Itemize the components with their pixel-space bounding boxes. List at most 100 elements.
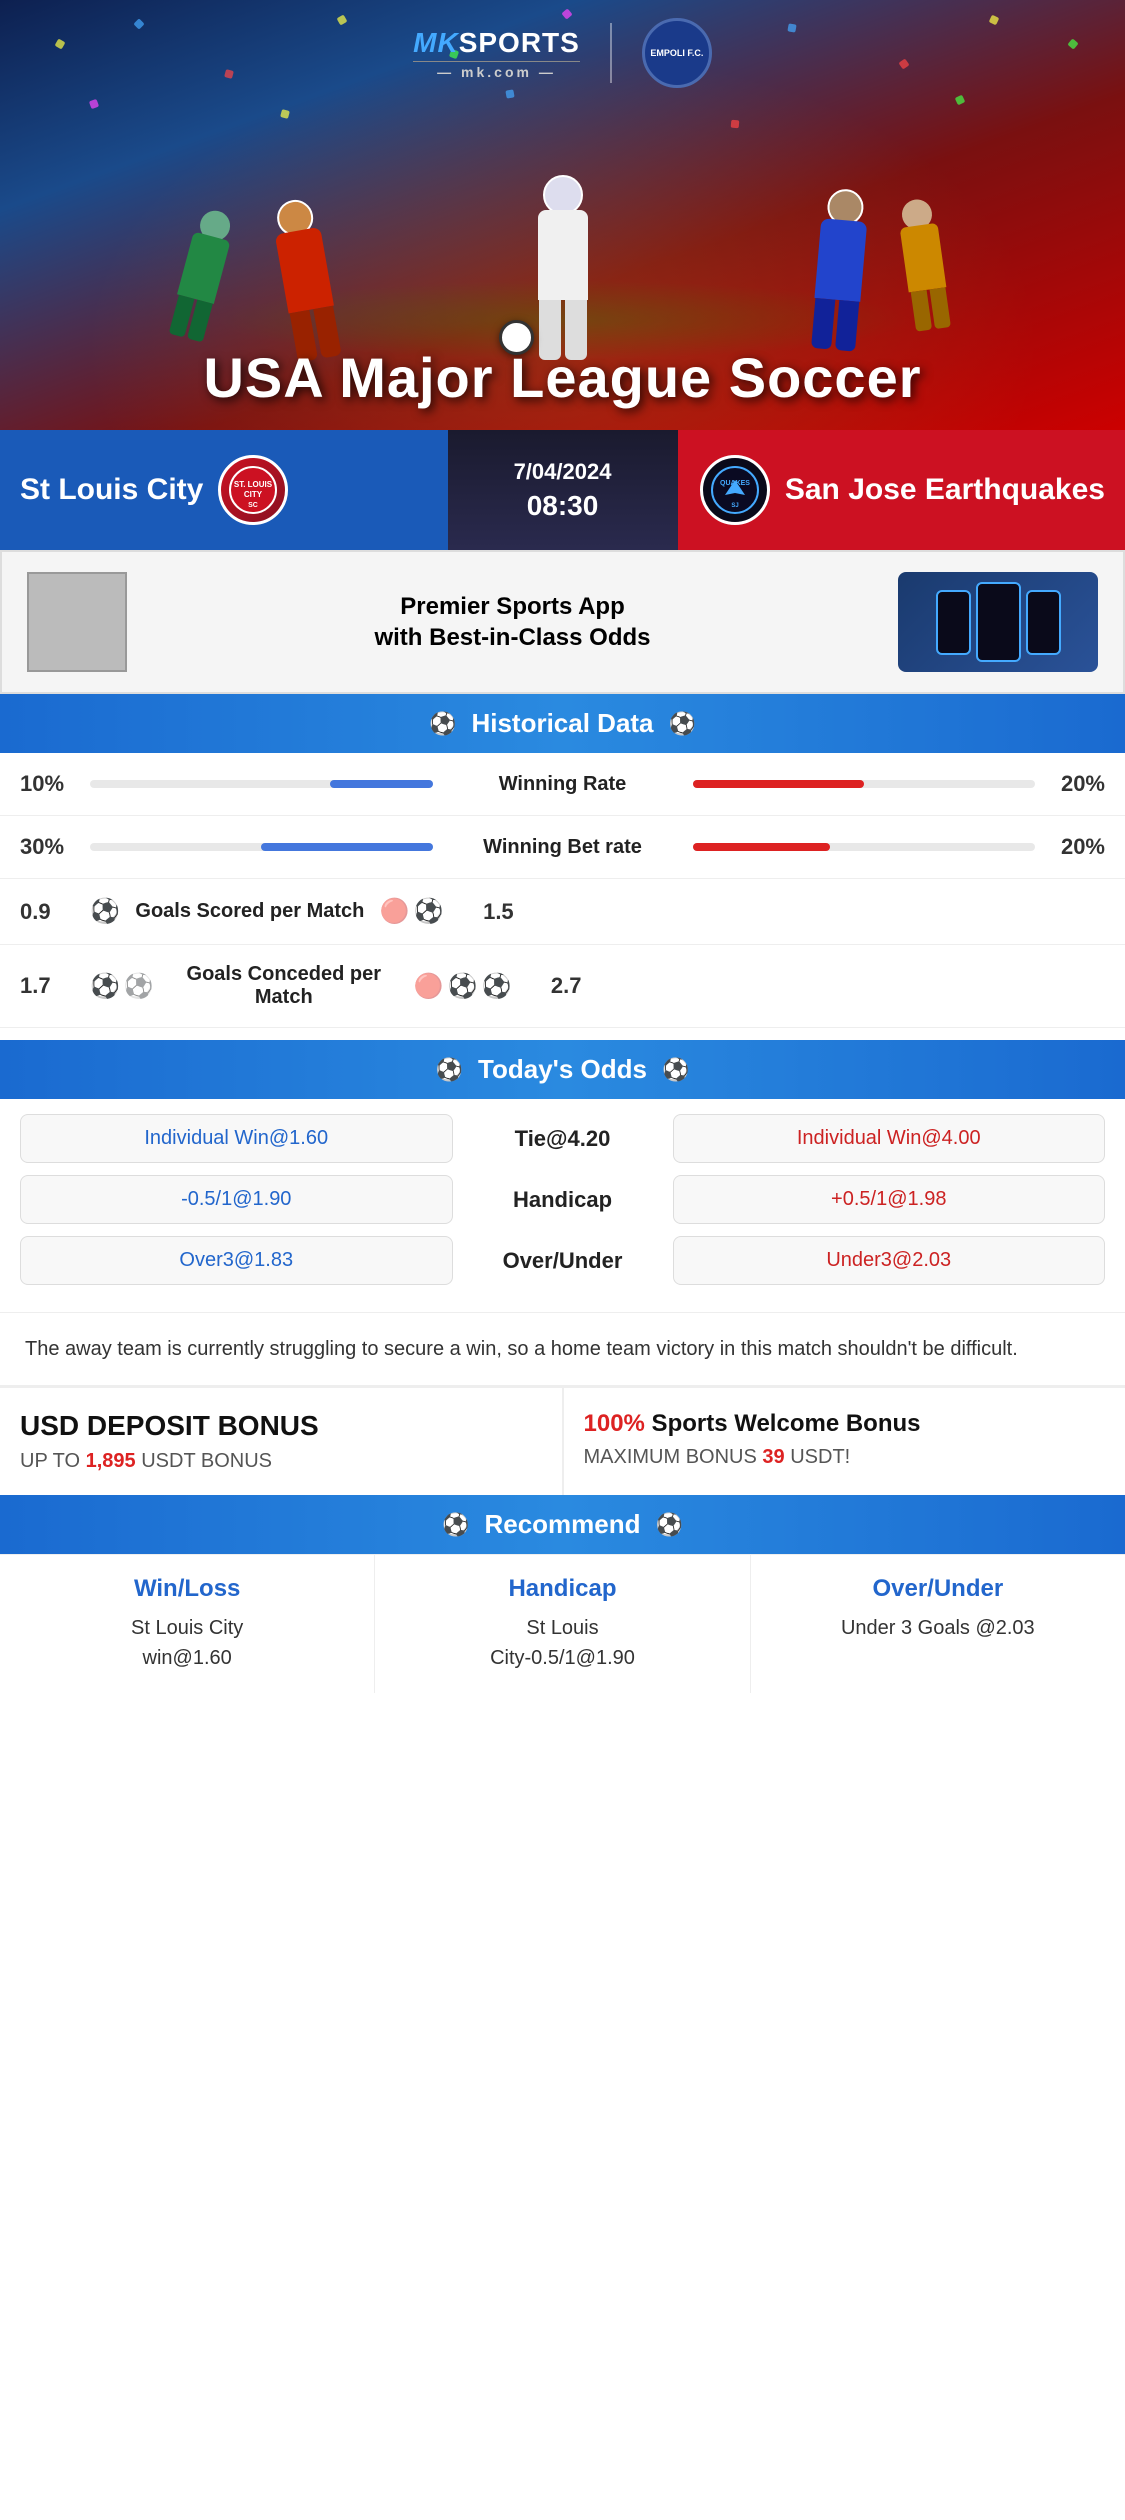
away-win-btn[interactable]: Individual Win@4.00 xyxy=(673,1114,1106,1163)
odds-handicap-left[interactable]: -0.5/1@1.90 xyxy=(20,1175,453,1224)
ball-icon-red-full: ⚽ xyxy=(414,897,444,926)
winning-bet-bar-left xyxy=(90,843,433,851)
goals-conceded-left: 1.7 xyxy=(20,973,80,999)
stat-row-goals-scored: 0.9 ⚽ Goals Scored per Match 🔴 ⚽ 1.5 xyxy=(0,879,1125,945)
hero-section: MKSPORTS — mk.com — EMPOLI F.C. xyxy=(0,0,1125,430)
odds-ou-row: Over3@1.83 Over/Under Under3@2.03 xyxy=(20,1236,1105,1285)
bonus-left: USD DEPOSIT BONUS UP TO 1,895 USDT BONUS xyxy=(0,1388,564,1495)
match-banner: St Louis City ST. LOUIS CITY SC 7/04/202… xyxy=(0,430,1125,550)
svg-text:CITY: CITY xyxy=(244,490,263,499)
recommend-handicap-body: St LouisCity-0.5/1@1.90 xyxy=(390,1613,734,1673)
odds-ball-right-icon: ⚽ xyxy=(662,1057,689,1083)
goals-conceded-label: Goals Conceded per Match xyxy=(164,963,404,1009)
odds-title: Today's Odds xyxy=(478,1054,647,1085)
winning-rate-fill-left xyxy=(330,780,433,788)
ball-icon-red-2: ⚽ xyxy=(448,972,478,1001)
svg-text:SC: SC xyxy=(248,502,258,509)
ball-icon-red-half: 🔴 xyxy=(380,897,410,926)
bonus-section: USD DEPOSIT BONUS UP TO 1,895 USDT BONUS… xyxy=(0,1385,1125,1495)
odds-ou-left[interactable]: Over3@1.83 xyxy=(20,1236,453,1285)
stat-row-winning-rate: 10% Winning Rate 20% xyxy=(0,753,1125,816)
app-promo-section: Premier Sports Appwith Best-in-Class Odd… xyxy=(0,550,1125,694)
svg-text:ST. LOUIS: ST. LOUIS xyxy=(234,480,273,489)
home-team-name: St Louis City xyxy=(20,473,203,507)
winning-bet-left: 30% xyxy=(20,834,80,860)
recommend-grid: Win/Loss St Louis Citywin@1.60 Handicap … xyxy=(0,1554,1125,1693)
away-handicap-btn[interactable]: +0.5/1@1.98 xyxy=(673,1175,1106,1224)
winning-rate-fill-right xyxy=(693,780,864,788)
odds-win-right[interactable]: Individual Win@4.00 xyxy=(673,1114,1106,1163)
home-handicap-btn[interactable]: -0.5/1@1.90 xyxy=(20,1175,453,1224)
under-btn[interactable]: Under3@2.03 xyxy=(673,1236,1106,1285)
odds-section: Individual Win@1.60 Tie@4.20 Individual … xyxy=(0,1099,1125,1312)
bonus-right: 100% Sports Welcome Bonus MAXIMUM BONUS … xyxy=(564,1388,1125,1495)
winning-bet-bar-right xyxy=(693,843,1036,851)
bonus-right-title-black: Sports Welcome Bonus xyxy=(645,1410,921,1437)
recommend-handicap-title: Handicap xyxy=(390,1575,734,1603)
odds-win-left[interactable]: Individual Win@1.60 xyxy=(20,1114,453,1163)
app-phones xyxy=(898,572,1098,672)
winning-bet-right: 20% xyxy=(1045,834,1105,860)
winning-bet-fill-left xyxy=(261,843,432,851)
recommend-winloss-body: St Louis Citywin@1.60 xyxy=(15,1613,359,1673)
ball-icon-3: ⚽ xyxy=(124,972,154,1001)
recommend-handicap: Handicap St LouisCity-0.5/1@1.90 xyxy=(375,1555,750,1693)
ball-icon-2: ⚽ xyxy=(90,972,120,1001)
analysis-text: The away team is currently struggling to… xyxy=(25,1338,1018,1360)
ball-icon-red-3: ⚽ xyxy=(482,972,512,1001)
goals-scored-right: 1.5 xyxy=(454,899,514,925)
bonus-left-subtitle: UP TO 1,895 USDT BONUS xyxy=(20,1450,542,1473)
bonus-right-title: 100% Sports Welcome Bonus xyxy=(584,1410,1106,1438)
goals-conceded-right: 2.7 xyxy=(521,973,581,999)
recommend-winloss-title: Win/Loss xyxy=(15,1575,359,1603)
recommend-winloss: Win/Loss St Louis Citywin@1.60 xyxy=(0,1555,375,1693)
recommend-ou-title: Over/Under xyxy=(766,1575,1110,1603)
home-team-badge: ST. LOUIS CITY SC xyxy=(218,455,288,525)
goals-scored-left: 0.9 xyxy=(20,899,80,925)
qr-code xyxy=(27,572,127,672)
bonus-max-amount: 39 xyxy=(762,1446,784,1468)
stat-row-winning-bet: 30% Winning Bet rate 20% xyxy=(0,816,1125,879)
soccer-ball-left-icon: ⚽ xyxy=(429,711,456,737)
phone-mock-3 xyxy=(1026,590,1061,655)
winning-rate-bar-left xyxy=(90,780,433,788)
home-team-section: St Louis City ST. LOUIS CITY SC xyxy=(0,430,448,550)
odds-header: ⚽ Today's Odds ⚽ xyxy=(0,1040,1125,1099)
odds-win-row: Individual Win@1.60 Tie@4.20 Individual … xyxy=(20,1114,1105,1163)
recommend-ou-body: Under 3 Goals @2.03 xyxy=(766,1613,1110,1643)
goals-conceded-icons-left: ⚽ ⚽ xyxy=(90,972,154,1001)
recommend-ou: Over/Under Under 3 Goals @2.03 xyxy=(751,1555,1125,1693)
ball-icon-1: ⚽ xyxy=(90,897,120,926)
odds-handicap-right[interactable]: +0.5/1@1.98 xyxy=(673,1175,1106,1224)
stat-row-goals-conceded: 1.7 ⚽ ⚽ Goals Conceded per Match 🔴 ⚽ ⚽ 2… xyxy=(0,945,1125,1028)
winning-bet-label: Winning Bet rate xyxy=(443,836,683,859)
winning-bet-fill-right xyxy=(693,843,830,851)
over-btn[interactable]: Over3@1.83 xyxy=(20,1236,453,1285)
svg-text:SJ: SJ xyxy=(731,503,738,509)
soccer-ball-right-icon: ⚽ xyxy=(669,711,696,737)
analysis-section: The away team is currently struggling to… xyxy=(0,1312,1125,1385)
historical-header: ⚽ Historical Data ⚽ xyxy=(0,694,1125,753)
historical-title: Historical Data xyxy=(471,708,653,739)
historical-data-section: 10% Winning Rate 20% 30% Winning Bet rat… xyxy=(0,753,1125,1028)
winning-rate-left: 10% xyxy=(20,771,80,797)
recommend-header: ⚽ Recommend ⚽ xyxy=(0,1495,1125,1554)
rec-ball-left-icon: ⚽ xyxy=(442,1512,469,1538)
home-win-btn[interactable]: Individual Win@1.60 xyxy=(20,1114,453,1163)
goals-conceded-icons-right: 🔴 ⚽ ⚽ xyxy=(414,972,512,1001)
goals-scored-icons-left: ⚽ xyxy=(90,897,120,926)
tie-label: Tie@4.20 xyxy=(463,1126,663,1152)
recommend-section: Win/Loss St Louis Citywin@1.60 Handicap … xyxy=(0,1554,1125,1693)
phone-mock-2 xyxy=(976,582,1021,662)
bonus-right-sub: MAXIMUM BONUS 39 USDT! xyxy=(584,1446,1106,1469)
winning-rate-right: 20% xyxy=(1045,771,1105,797)
away-team-name: San Jose Earthquakes xyxy=(785,473,1105,507)
match-time: 08:30 xyxy=(527,490,599,522)
odds-ball-left-icon: ⚽ xyxy=(436,1057,463,1083)
app-promo-text: Premier Sports Appwith Best-in-Class Odd… xyxy=(147,591,878,653)
bonus-left-title: USD DEPOSIT BONUS xyxy=(20,1410,542,1442)
goals-scored-icons-right: 🔴 ⚽ xyxy=(380,897,444,926)
odds-ou-right[interactable]: Under3@2.03 xyxy=(673,1236,1106,1285)
handicap-label: Handicap xyxy=(463,1187,663,1213)
phone-mock-1 xyxy=(936,590,971,655)
